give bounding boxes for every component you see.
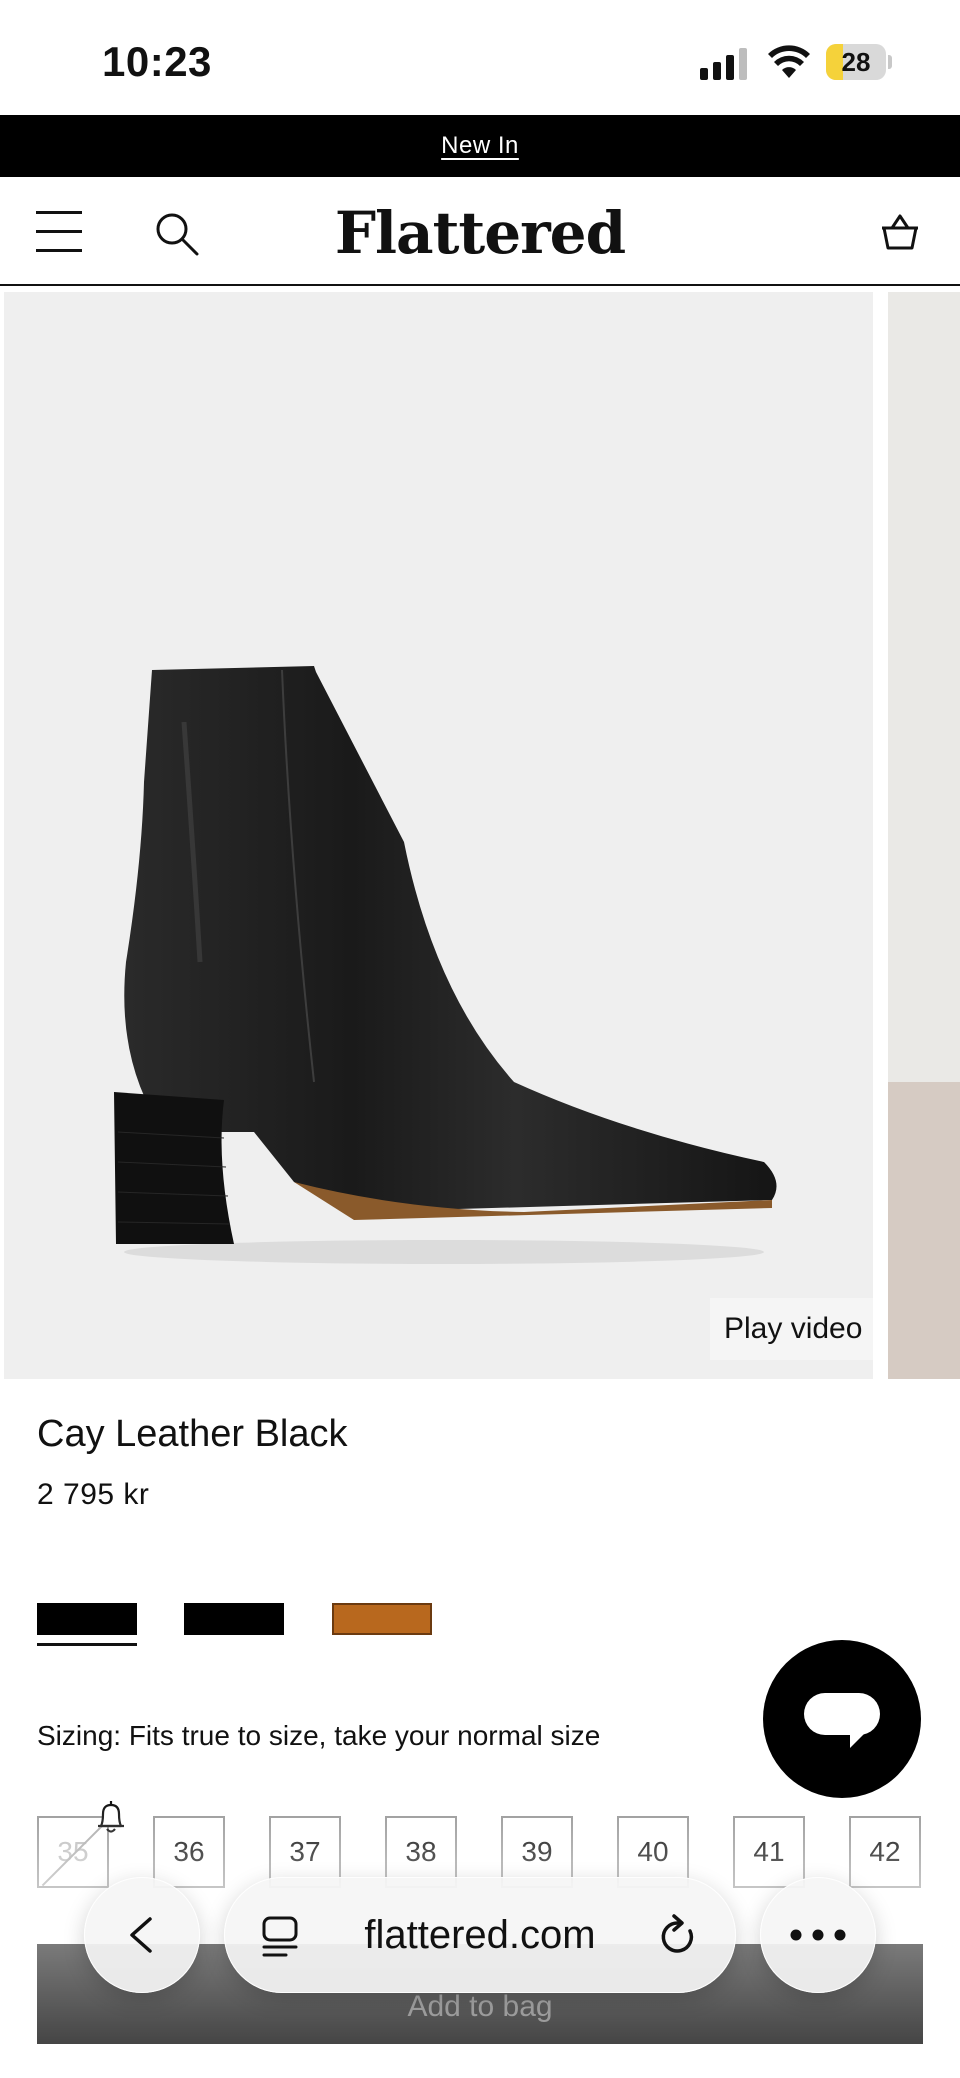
play-video-button[interactable]: Play video (710, 1298, 873, 1360)
battery-icon: 28 (826, 44, 892, 80)
color-swatch-black[interactable] (184, 1603, 284, 1635)
site-header: Flattered (0, 177, 960, 286)
browser-more-button[interactable] (760, 1877, 876, 1993)
reload-icon[interactable] (656, 1913, 700, 1959)
ellipsis-icon (790, 1929, 846, 1941)
status-time: 10:23 (102, 38, 212, 85)
announcement-bar: New In (0, 115, 960, 177)
battery-level: 28 (841, 47, 871, 77)
size-option-41[interactable]: 41 (733, 1816, 805, 1888)
brand-logo[interactable]: Flattered (330, 199, 630, 267)
product-name: Cay Leather Black (37, 1413, 348, 1455)
address-bar[interactable]: flattered.com (224, 1877, 736, 1993)
add-to-bag-label: Add to bag (407, 1990, 553, 2023)
color-swatch-black-selected[interactable] (37, 1603, 137, 1635)
chat-bubble-icon (804, 1693, 880, 1735)
chevron-left-icon (130, 1917, 152, 1953)
product-price: 2 795 kr (37, 1478, 150, 1511)
color-swatch-cognac[interactable] (332, 1603, 432, 1635)
size-option-42[interactable]: 42 (849, 1816, 921, 1888)
ankle-boot-image (114, 666, 777, 1264)
sizing-info: Sizing: Fits true to size, take your nor… (37, 1720, 601, 1751)
chat-button[interactable] (763, 1640, 921, 1798)
product-gallery[interactable]: Play video (0, 290, 960, 1380)
play-video-label: Play video (724, 1312, 863, 1345)
hamburger-menu-icon[interactable] (36, 209, 82, 253)
cellular-signal-icon (700, 48, 747, 80)
notify-bell-icon[interactable] (95, 1800, 127, 1836)
browser-back-button[interactable] (84, 1877, 200, 1993)
status-bar: 10:23 28 (0, 0, 960, 115)
basket-icon[interactable] (880, 210, 920, 252)
search-icon[interactable] (154, 211, 200, 257)
new-in-link[interactable]: New In (441, 132, 519, 160)
size-option-36[interactable]: 36 (153, 1816, 225, 1888)
wifi-icon (768, 45, 810, 78)
product-image[interactable]: Play video (4, 292, 873, 1379)
selected-swatch-indicator (37, 1643, 137, 1646)
next-product-image[interactable] (888, 292, 960, 1379)
